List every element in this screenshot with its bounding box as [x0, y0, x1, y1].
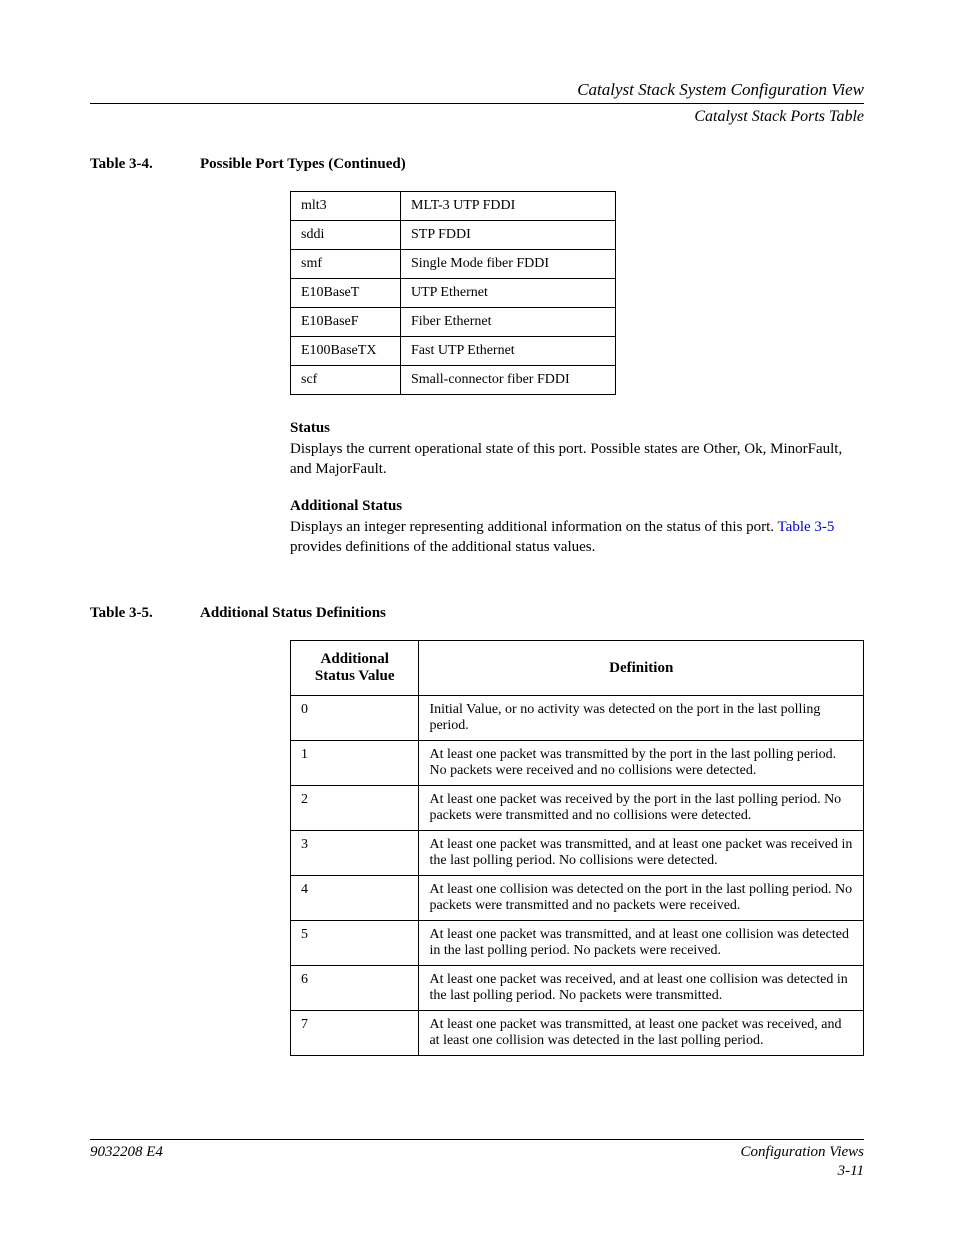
- table-3-5-label: Table 3-5. Additional Status Definitions: [90, 605, 864, 622]
- table-3-4-label: Table 3-4. Possible Port Types (Continue…: [90, 156, 864, 173]
- cell: Fast UTP Ethernet: [401, 337, 616, 366]
- table-row: 7At least one packet was transmitted, at…: [291, 1011, 864, 1056]
- cell-def: At least one collision was detected on t…: [419, 876, 864, 921]
- cell: Single Mode fiber FDDI: [401, 250, 616, 279]
- cell-value: 5: [291, 921, 419, 966]
- footer-doc-id: 9032208 E4: [90, 1144, 163, 1161]
- table-3-5-link[interactable]: Table 3-5: [778, 519, 835, 535]
- cell: Small-connector fiber FDDI: [401, 366, 616, 395]
- cell: sddi: [291, 221, 401, 250]
- table-number: Table 3-4.: [90, 156, 200, 173]
- footer-section: Configuration Views: [741, 1144, 864, 1161]
- additional-status-desc: Displays an integer representing additio…: [290, 517, 864, 558]
- desc-pre: Displays an integer representing additio…: [290, 519, 778, 535]
- table-row: E100BaseTXFast UTP Ethernet: [291, 337, 616, 366]
- table-row: 0Initial Value, or no activity was detec…: [291, 696, 864, 741]
- status-title: Status: [290, 420, 864, 437]
- table-row: 2At least one packet was received by the…: [291, 786, 864, 831]
- cell-def: At least one packet was received by the …: [419, 786, 864, 831]
- cell: STP FDDI: [401, 221, 616, 250]
- additional-status-section: Additional Status Displays an integer re…: [290, 498, 864, 558]
- table-row: E10BaseFFiber Ethernet: [291, 308, 616, 337]
- cell: Fiber Ethernet: [401, 308, 616, 337]
- cell-value: 1: [291, 741, 419, 786]
- table-title: Possible Port Types (Continued): [200, 156, 406, 173]
- cell-def: At least one packet was transmitted, and…: [419, 831, 864, 876]
- cell-def: At least one packet was transmitted, at …: [419, 1011, 864, 1056]
- footer-page-number: 3-11: [90, 1163, 864, 1180]
- table-header-row: AdditionalStatus Value Definition: [291, 641, 864, 696]
- cell-def: Initial Value, or no activity was detect…: [419, 696, 864, 741]
- footer-line: 9032208 E4 Configuration Views: [90, 1139, 864, 1161]
- header-subtitle: Catalyst Stack Ports Table: [90, 108, 864, 126]
- cell: E10BaseF: [291, 308, 401, 337]
- cell: E100BaseTX: [291, 337, 401, 366]
- cell-value: 3: [291, 831, 419, 876]
- table-row: 5At least one packet was transmitted, an…: [291, 921, 864, 966]
- table-row: scfSmall-connector fiber FDDI: [291, 366, 616, 395]
- cell-def: At least one packet was received, and at…: [419, 966, 864, 1011]
- table-title: Additional Status Definitions: [200, 605, 386, 622]
- cell: UTP Ethernet: [401, 279, 616, 308]
- table-row: sddiSTP FDDI: [291, 221, 616, 250]
- cell: MLT-3 UTP FDDI: [401, 192, 616, 221]
- status-desc: Displays the current operational state o…: [290, 439, 864, 480]
- cell-value: 6: [291, 966, 419, 1011]
- cell-value: 0: [291, 696, 419, 741]
- page-header: Catalyst Stack System Configuration View…: [90, 80, 864, 126]
- cell-value: 4: [291, 876, 419, 921]
- table-row: 1At least one packet was transmitted by …: [291, 741, 864, 786]
- table-number: Table 3-5.: [90, 605, 200, 622]
- table-row: 3At least one packet was transmitted, an…: [291, 831, 864, 876]
- additional-status-table: AdditionalStatus Value Definition 0Initi…: [290, 640, 864, 1056]
- table-row: 6At least one packet was received, and a…: [291, 966, 864, 1011]
- table-row: smfSingle Mode fiber FDDI: [291, 250, 616, 279]
- cell: scf: [291, 366, 401, 395]
- cell: mlt3: [291, 192, 401, 221]
- port-types-table: mlt3MLT-3 UTP FDDI sddiSTP FDDI smfSingl…: [290, 191, 616, 395]
- page-footer: 9032208 E4 Configuration Views 3-11: [90, 1139, 864, 1180]
- cell-def: At least one packet was transmitted by t…: [419, 741, 864, 786]
- cell-def: At least one packet was transmitted, and…: [419, 921, 864, 966]
- table-row: E10BaseTUTP Ethernet: [291, 279, 616, 308]
- cell: E10BaseT: [291, 279, 401, 308]
- header-additional-status: AdditionalStatus Value: [291, 641, 419, 696]
- header-definition: Definition: [419, 641, 864, 696]
- table-row: mlt3MLT-3 UTP FDDI: [291, 192, 616, 221]
- header-title: Catalyst Stack System Configuration View: [90, 80, 864, 104]
- additional-status-title: Additional Status: [290, 498, 864, 515]
- status-section: Status Displays the current operational …: [290, 420, 864, 480]
- desc-post: provides definitions of the additional s…: [290, 539, 595, 555]
- cell: smf: [291, 250, 401, 279]
- cell-value: 2: [291, 786, 419, 831]
- cell-value: 7: [291, 1011, 419, 1056]
- table-row: 4At least one collision was detected on …: [291, 876, 864, 921]
